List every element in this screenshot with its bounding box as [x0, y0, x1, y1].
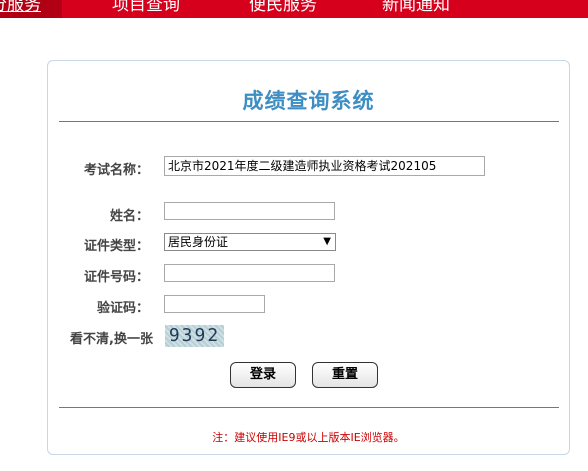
id-type-label: 证件类型： [83, 239, 149, 254]
captcha-image[interactable]: 9392 [165, 325, 224, 347]
reset-button[interactable]: 重置 [312, 362, 378, 388]
title-divider [59, 121, 559, 122]
dropdown-arrow-icon[interactable]: ▼ [323, 234, 331, 250]
id-type-selected: 居民身份证 [168, 235, 229, 249]
refresh-captcha-link[interactable]: 看不清,换一张 [48, 328, 153, 347]
login-button[interactable]: 登录 [230, 362, 296, 388]
id-number-label: 证件号码： [83, 270, 149, 285]
name-label: 姓名： [109, 209, 149, 224]
score-query-panel: 成绩查询系统 考试名称： 北京市2021年度二级建造师执业资格考试202105 … [47, 60, 570, 455]
nav-item-service[interactable]: 分服务 [0, 0, 62, 18]
page-title: 成绩查询系统 [242, 89, 375, 113]
id-number-field[interactable] [164, 264, 335, 282]
nav-item-project[interactable]: 项目查询 [112, 0, 180, 15]
nav-item-convenience[interactable]: 便民服务 [249, 0, 317, 15]
nav-item-label[interactable]: 分服务 [0, 0, 41, 15]
browser-note: 注：建议使用IE9或以上版本IE浏览器。 [212, 431, 405, 444]
exam-name-label: 考试名称： [83, 163, 149, 178]
top-nav-bar: 分服务 项目查询 便民服务 新闻通知 [0, 0, 588, 18]
name-field[interactable] [164, 202, 335, 220]
nav-item-news[interactable]: 新闻通知 [382, 0, 450, 15]
exam-name-field[interactable]: 北京市2021年度二级建造师执业资格考试202105 [164, 156, 485, 176]
captcha-field[interactable] [164, 295, 265, 313]
captcha-label: 验证码： [96, 301, 149, 316]
footer-divider [59, 407, 559, 408]
id-type-select[interactable]: 居民身份证 ▼ [164, 233, 336, 251]
